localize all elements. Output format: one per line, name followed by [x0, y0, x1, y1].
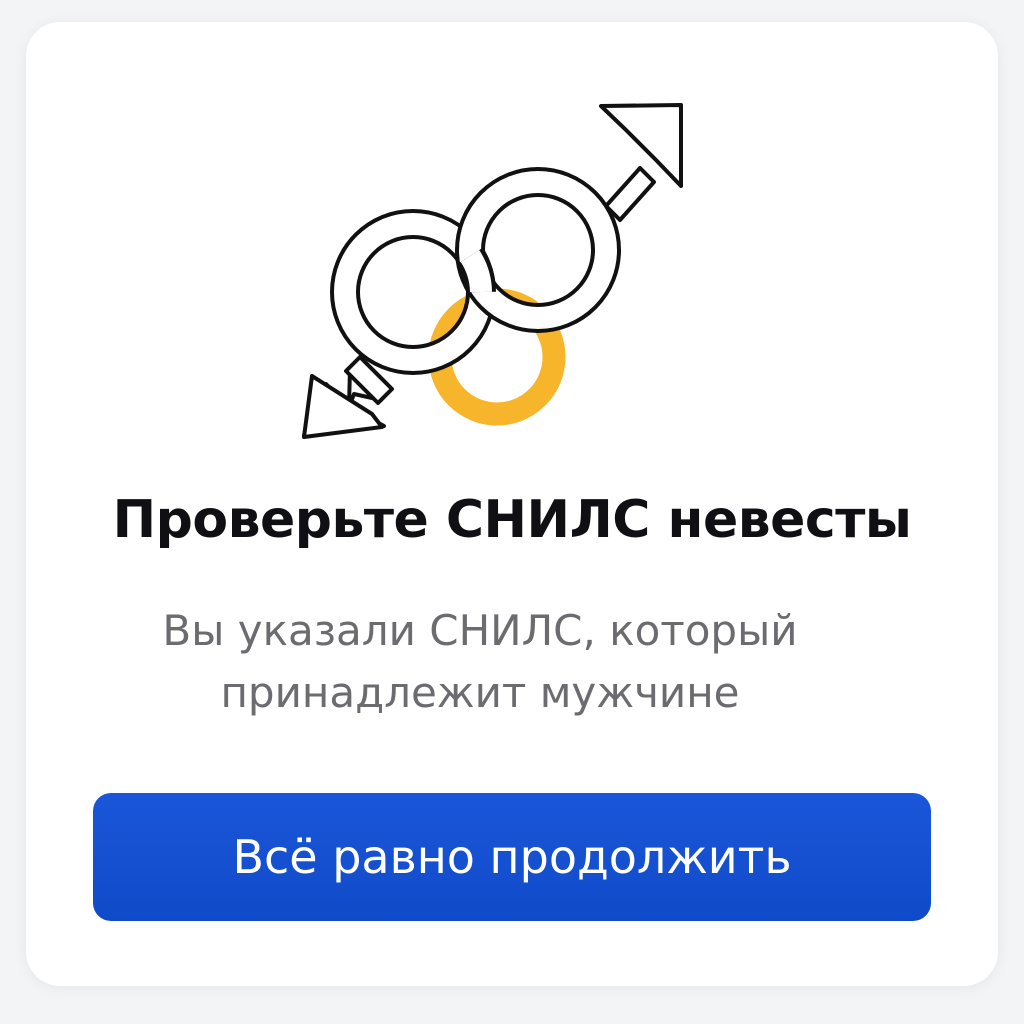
linked-male-symbols-with-ring-icon [280, 90, 700, 460]
warning-message: Вы указали СНИЛС, который принадлежит му… [162, 606, 798, 717]
continue-anyway-button[interactable]: Всё равно продолжить [93, 793, 931, 921]
page-title: Проверьте СНИЛС невесты [112, 490, 912, 550]
